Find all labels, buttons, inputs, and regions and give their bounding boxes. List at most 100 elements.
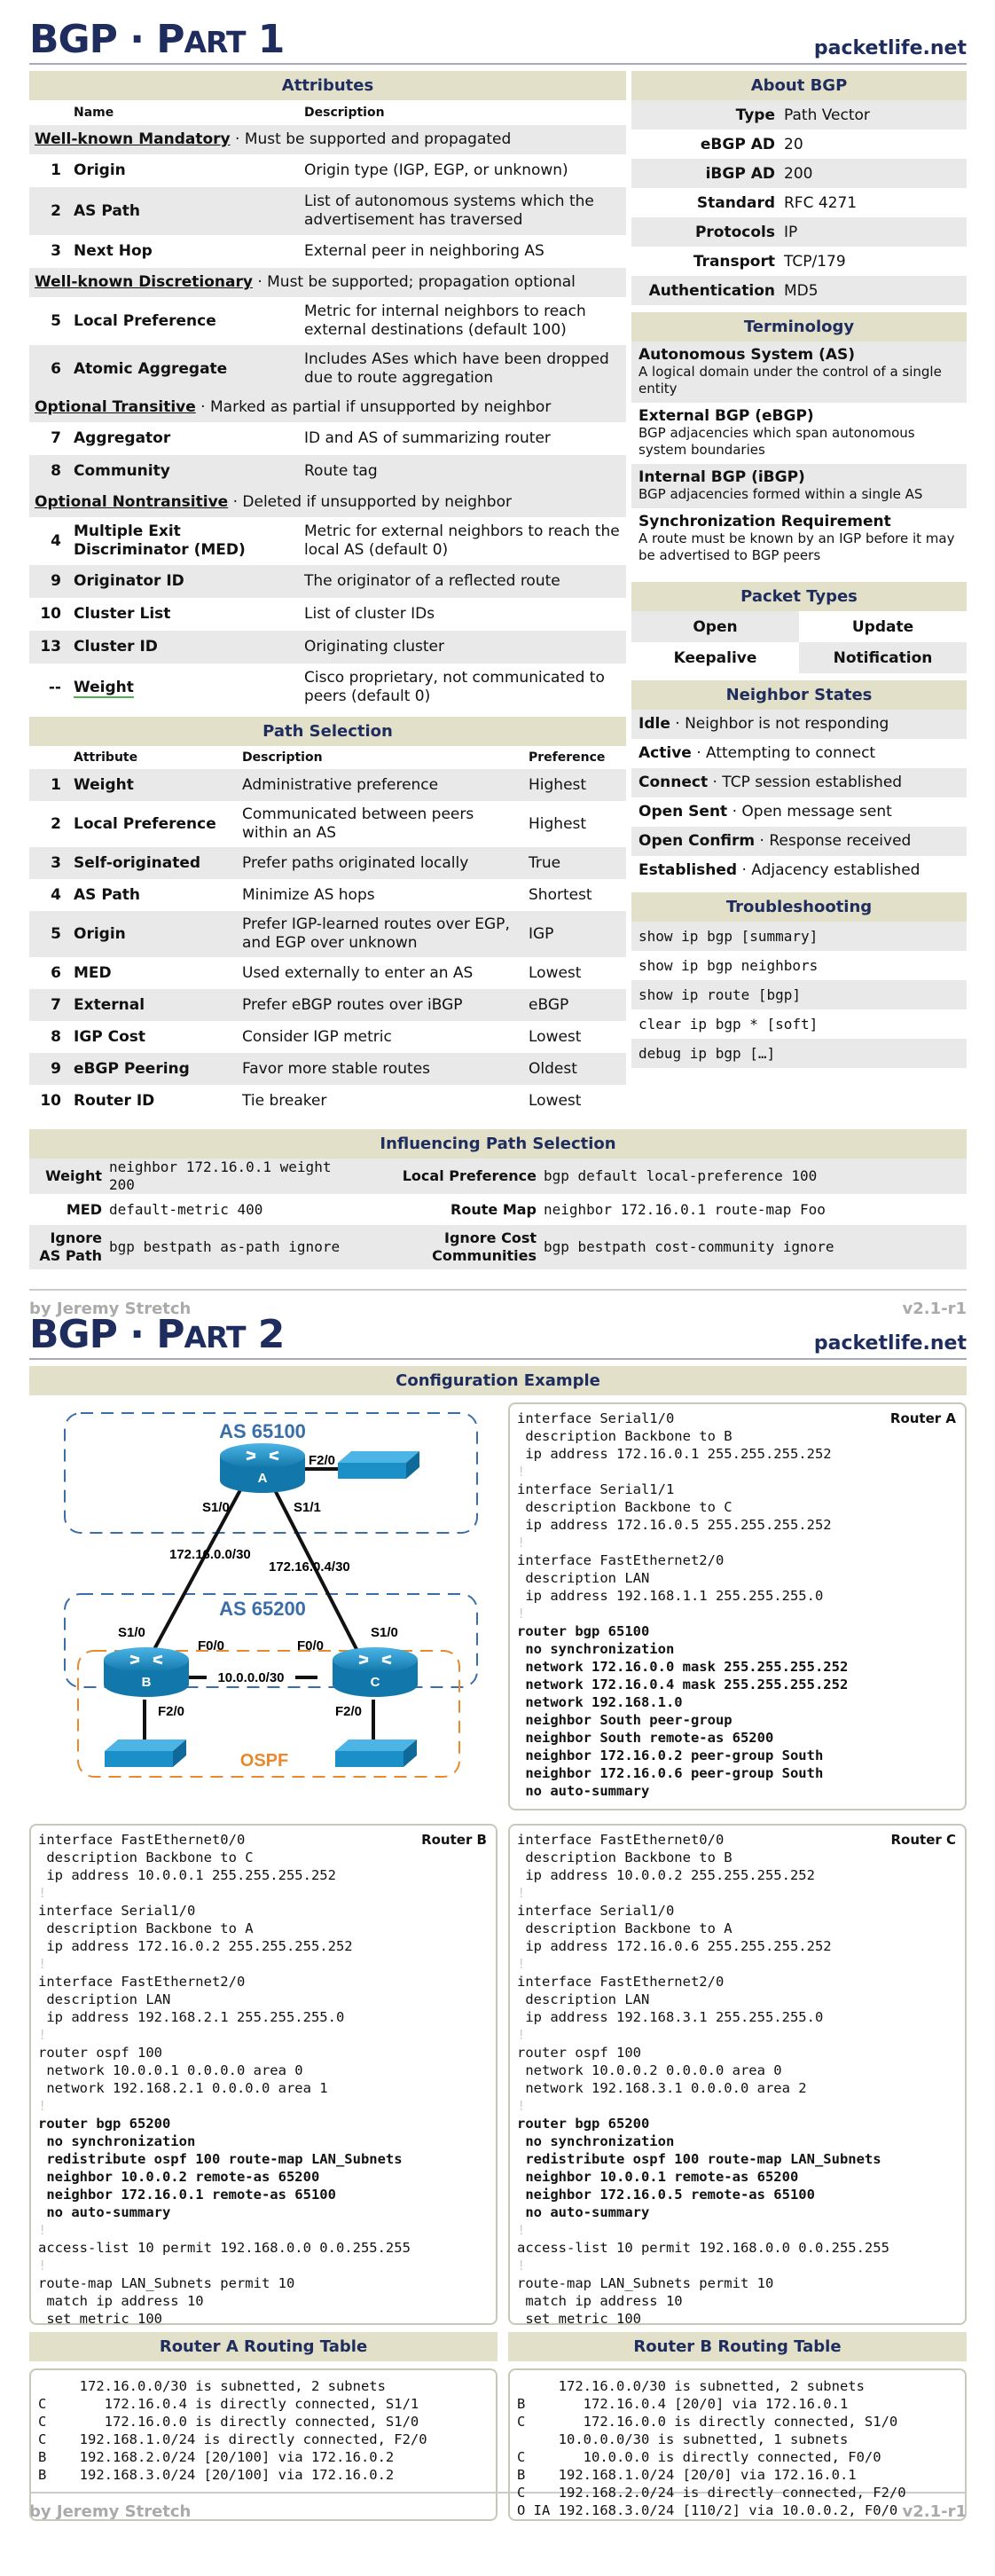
category-cell: Well-known Mandatory · Must be supported… [29, 125, 626, 154]
troubleshooting-command: clear ip bgp * [soft] [639, 1016, 819, 1033]
influencing-command: bgp bestpath cost-community ignore [544, 1238, 834, 1255]
path-selection-row: 8 IGP Cost Consider IGP metric Lowest [29, 1021, 626, 1053]
packet-types-table: Open Update Keepalive Notification [631, 611, 967, 673]
site-link[interactable]: packetlife.net [814, 1332, 967, 1355]
switch-b-icon [105, 1740, 186, 1767]
rt-b-content: 172.16.0.0/30 is subnetted, 2 subnets B 1… [508, 2368, 967, 2521]
config-line: description LAN [517, 1991, 650, 2007]
title-smallcaps: ART [184, 1320, 247, 1355]
state-desc: · Open message sent [727, 803, 892, 821]
packet-type: Update [851, 617, 914, 636]
path-selection-row: 1 Weight Administrative preference Highest [29, 769, 626, 801]
about-key: Authentication [648, 281, 775, 300]
term-item: Synchronization Requirement A route must … [631, 508, 967, 569]
attribute-row: 8 Community Route tag [29, 455, 626, 488]
influencing-key: Weight [45, 1167, 102, 1184]
attribute-name-text: Originator ID [74, 572, 184, 590]
config-line: interface FastEthernet2/0 [517, 1552, 725, 1568]
site-link[interactable]: packetlife.net [814, 37, 967, 59]
col-name: Name [74, 106, 114, 120]
router-label: Router C [890, 1832, 956, 1848]
about-row: iBGP AD 200 [631, 159, 967, 188]
config-line: neighbor 10.0.0.1 remote-as 65200 [517, 2169, 799, 2185]
attribute-number: 13 [40, 638, 61, 656]
config-line: router bgp 65200 [38, 2116, 171, 2132]
influencing-command: bgp default local-preference 100 [544, 1167, 818, 1184]
config-line: neighbor 172.16.0.6 peer-group South [517, 1765, 824, 1781]
config-line: no synchronization [38, 2133, 196, 2149]
network-diagram: AS 65100 AS 65200 OSPF A B C F2/0 S1/0 S… [64, 1412, 478, 1778]
about-row: eBGP AD 20 [631, 130, 967, 159]
term-definition: BGP adjacencies formed within a single A… [639, 486, 923, 502]
config-line: ip address 172.16.0.5 255.255.255.252 [517, 1517, 832, 1533]
influencing-heading: Influencing Path Selection [29, 1129, 967, 1158]
about-value: Path Vector [784, 106, 870, 124]
attributes-table: Name Description Well-known Mandatory · M… [29, 100, 626, 711]
attributes-heading: Attributes [29, 71, 626, 100]
step-description: Tie breaker [242, 1091, 327, 1110]
step-preference: eBGP [529, 995, 569, 1014]
attribute-name-text: Atomic Aggregate [74, 359, 228, 378]
about-key: iBGP AD [705, 164, 775, 183]
config-line: ! [38, 1885, 47, 1901]
attribute-number: 8 [51, 462, 61, 480]
attribute-desc: Origin type (IGP, EGP, or unknown) [304, 161, 568, 179]
step-description: Consider IGP metric [242, 1027, 392, 1046]
path-selection-row: 4 AS Path Minimize AS hops Shortest [29, 879, 626, 911]
about-value: 200 [784, 164, 813, 183]
troubleshooting-command: debug ip bgp […] [631, 1039, 967, 1068]
step-attribute: IGP Cost [74, 1027, 146, 1046]
left-column: Attributes Name Description Well-known Ma… [29, 71, 626, 1117]
config-line: access-list 10 permit 192.168.0.0 0.0.25… [517, 2240, 889, 2256]
category-desc: · Marked as partial if unsupported by ne… [195, 398, 552, 416]
attribute-name: Local Preference [70, 297, 301, 345]
attribute-name-text: Multiple Exit Discriminator (MED) [74, 522, 246, 559]
config-line: ! [38, 1956, 47, 1972]
step-attribute: Self-originated [74, 853, 201, 872]
config-line: router ospf 100 [517, 2045, 641, 2061]
packet-type: Notification [799, 642, 967, 673]
about-row: Transport TCP/179 [631, 247, 967, 276]
term-item: External BGP (eBGP) BGP adjacencies which… [631, 403, 967, 464]
step-attribute: Router ID [74, 1091, 155, 1110]
attribute-name: Cluster List [70, 598, 301, 631]
state-name: Idle [639, 715, 670, 733]
config-line: description LAN [517, 1570, 650, 1586]
attribute-name-text: Weight [74, 678, 134, 698]
config-line: ip address 10.0.0.2 255.255.255.252 [517, 1867, 815, 1883]
influencing-command: bgp bestpath as-path ignore [109, 1238, 341, 1255]
attribute-name: AS Path [70, 187, 301, 235]
route-entry: B 192.168.2.0/24 [20/100] via 172.16.0.2 [38, 2449, 395, 2465]
iface-label: F0/0 [198, 1638, 224, 1653]
category-name: Optional Transitive [35, 398, 196, 416]
config-line: set metric 100 [38, 2311, 162, 2327]
about-heading: About BGP [631, 71, 967, 100]
path-selection-table: Attribute Description Preference 1 Weight Ad… [29, 746, 626, 1117]
route-entry: O IA 192.168.3.0/24 [110/2] via 10.0.0.2… [517, 2502, 898, 2518]
neighbor-state: Open Confirm · Response received [631, 827, 967, 856]
config-line: access-list 10 permit 192.168.0.0 0.0.25… [38, 2240, 411, 2256]
influencing-command: neighbor 172.16.0.1 route-map Foo [544, 1200, 826, 1218]
category-name: Optional Nontransitive [35, 493, 229, 511]
state-name: Connect [639, 774, 709, 791]
attribute-name: Origin [70, 154, 301, 187]
config-line: router bgp 65100 [517, 1623, 650, 1639]
step-preference: Lowest [529, 1091, 582, 1110]
network-label: 10.0.0.0/30 [217, 1670, 284, 1685]
influencing-row: Weight neighbor 172.16.0.1 weight 200 Loca… [29, 1158, 967, 1194]
step-description: Communicated between peers within an AS [242, 805, 474, 842]
step-description: Prefer eBGP routes over iBGP [242, 995, 463, 1014]
config-line: redistribute ospf 100 route-map LAN_Subn… [517, 2151, 881, 2167]
config-line: network 172.16.0.0 mask 255.255.255.252 [517, 1659, 849, 1675]
step-number: 7 [51, 995, 61, 1014]
attribute-number: 9 [51, 572, 61, 590]
attribute-desc: External peer in neighboring AS [304, 242, 545, 260]
about-value: IP [784, 223, 798, 241]
about-row: Protocols IP [631, 217, 967, 247]
about-value: MD5 [784, 281, 819, 300]
attribute-desc: The originator of a reflected route [304, 572, 560, 590]
step-number: 5 [51, 924, 61, 943]
state-name: Open Confirm [639, 832, 756, 850]
state-desc: · Neighbor is not responding [670, 715, 889, 733]
influencing-key: Local Preference [402, 1167, 537, 1184]
